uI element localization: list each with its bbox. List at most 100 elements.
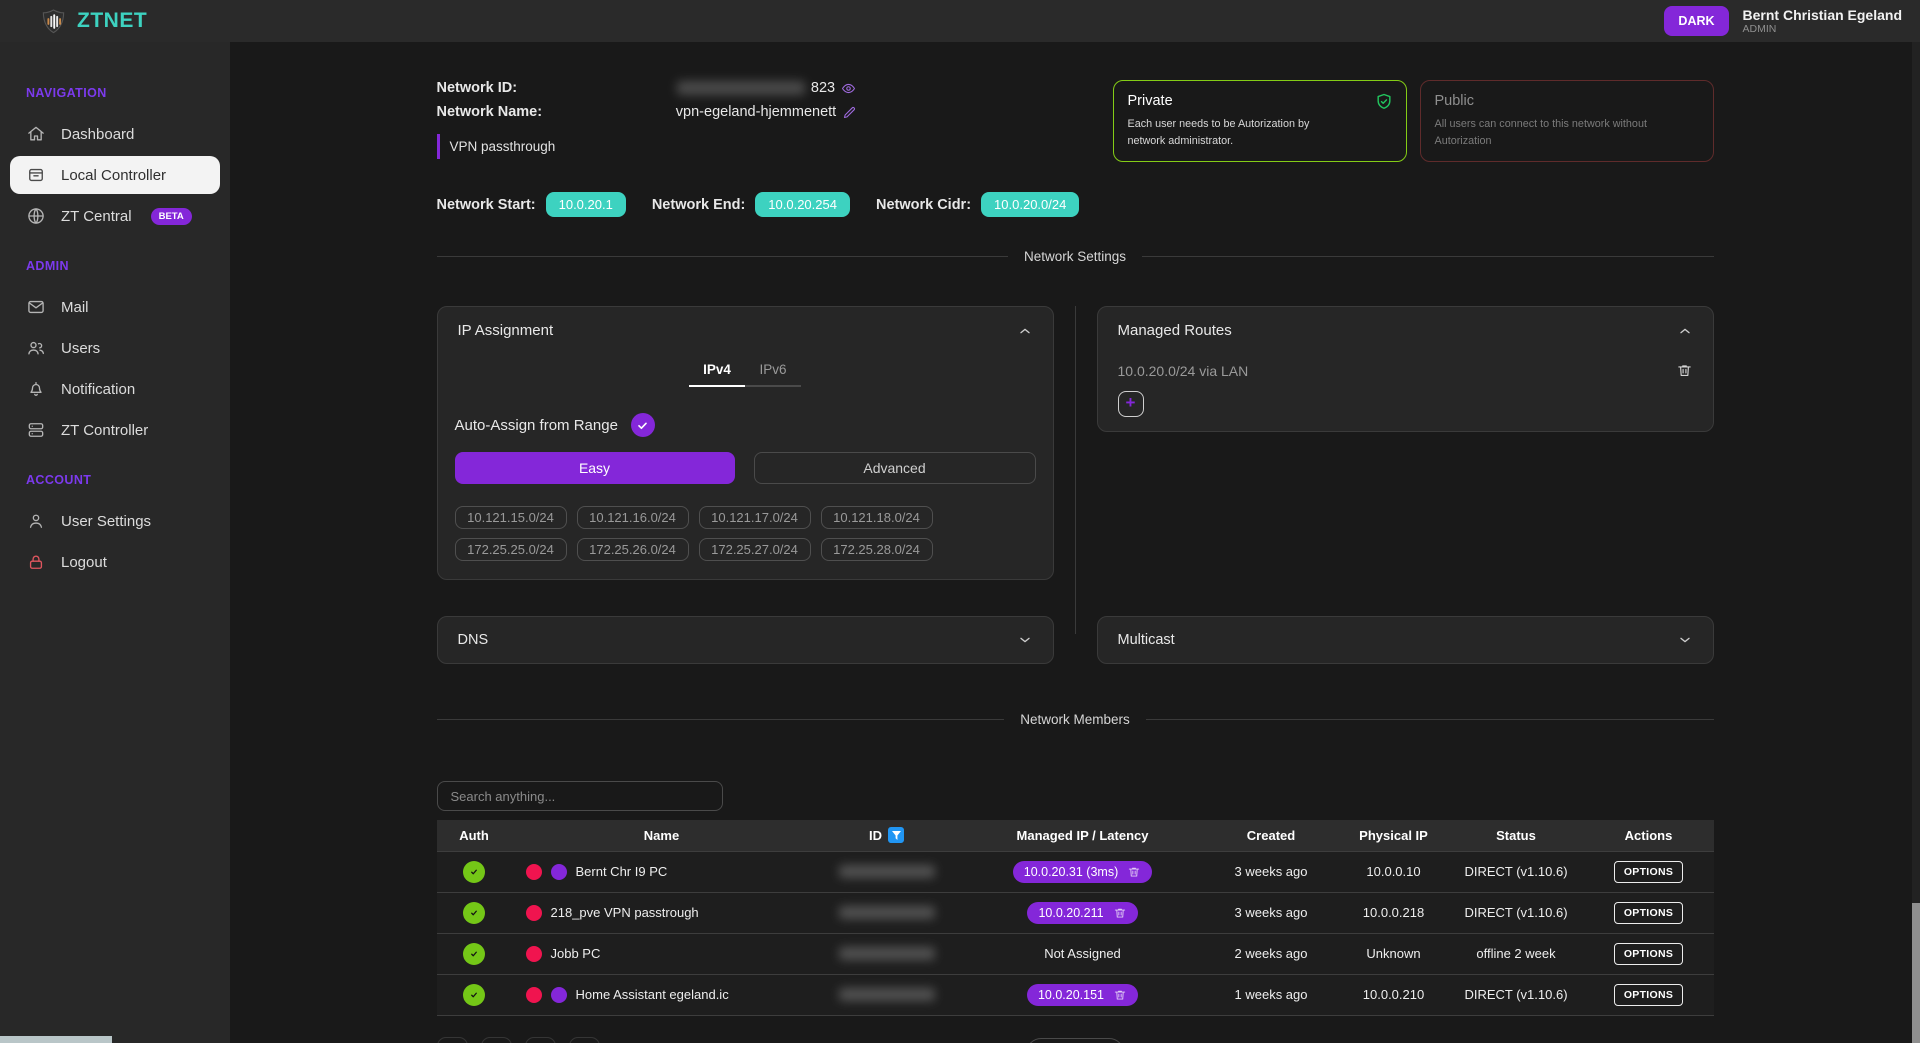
pagination-first-button[interactable]: << — [437, 1037, 468, 1043]
eye-icon[interactable] — [841, 81, 856, 96]
ip-range-chip[interactable]: 10.121.17.0/24 — [699, 506, 811, 529]
easy-mode-button[interactable]: Easy — [455, 452, 735, 484]
public-access-card[interactable]: Public All users can connect to this net… — [1420, 80, 1714, 162]
network-cidr-value: 10.0.20.0/24 — [981, 192, 1079, 217]
member-dot-red — [526, 905, 542, 921]
sidebar-item-zt-central[interactable]: ZT Central BETA — [0, 197, 230, 235]
col-actions: Actions — [1584, 820, 1714, 851]
sidebar-item-mail[interactable]: Mail — [0, 288, 230, 326]
member-name: 218_pve VPN passtrough — [551, 905, 699, 920]
ip-range-chip[interactable]: 10.121.18.0/24 — [821, 506, 933, 529]
network-members-divider: Network Members — [437, 712, 1714, 727]
managed-routes-panel: Managed Routes 10.0.20.0/24 via LAN + — [1097, 306, 1714, 432]
ip-assignment-header[interactable]: IP Assignment — [438, 307, 1053, 354]
theme-toggle-button[interactable]: DARK — [1664, 6, 1728, 36]
trash-icon[interactable] — [1113, 906, 1127, 920]
edit-pencil-icon[interactable] — [842, 105, 857, 120]
auth-toggle[interactable] — [463, 984, 485, 1006]
pagination-next-button[interactable]: > — [525, 1037, 556, 1043]
member-id-redacted — [839, 906, 935, 919]
sidebar-item-label: ZT Central — [61, 208, 132, 225]
add-route-button[interactable]: + — [1118, 391, 1144, 417]
auth-toggle[interactable] — [463, 861, 485, 883]
options-button[interactable]: OPTIONS — [1614, 984, 1683, 1006]
private-access-card[interactable]: Private Each user needs to be Autorizati… — [1113, 80, 1407, 162]
multicast-title: Multicast — [1118, 632, 1175, 648]
network-name-value: vpn-egeland-hjemmenett — [676, 104, 836, 120]
options-button[interactable]: OPTIONS — [1614, 902, 1683, 924]
show-rows-dropdown[interactable]: Show 10 — [1026, 1038, 1124, 1043]
network-id-redacted — [677, 81, 805, 95]
multicast-panel[interactable]: Multicast — [1097, 616, 1714, 664]
sidebar-item-label: Logout — [61, 554, 107, 571]
sidebar-item-label: Local Controller — [61, 167, 166, 184]
chevron-down-icon — [1677, 632, 1693, 648]
member-id-redacted — [839, 947, 935, 960]
column-divider — [1075, 306, 1076, 634]
managed-routes-header[interactable]: Managed Routes — [1098, 307, 1713, 354]
managed-ip-value: 10.0.20.211 — [1038, 906, 1103, 920]
managed-ip-value: 10.0.20.31 (3ms) — [1024, 865, 1119, 879]
trash-icon[interactable] — [1127, 865, 1141, 879]
sidebar-item-dashboard[interactable]: Dashboard — [0, 115, 230, 153]
sidebar-item-local-controller[interactable]: Local Controller — [10, 156, 220, 194]
dns-panel[interactable]: DNS — [437, 616, 1054, 664]
ip-range-chip[interactable]: 172.25.28.0/24 — [821, 538, 933, 561]
trash-icon[interactable] — [1113, 988, 1127, 1002]
public-card-title: Public — [1435, 93, 1699, 109]
ip-range-chip[interactable]: 172.25.25.0/24 — [455, 538, 567, 561]
member-physical-ip: 10.0.0.210 — [1339, 974, 1449, 1015]
check-icon — [468, 907, 480, 919]
auth-toggle[interactable] — [463, 943, 485, 965]
page-scrollbar[interactable] — [1912, 42, 1920, 1043]
ip-range-chip[interactable]: 172.25.26.0/24 — [577, 538, 689, 561]
options-button[interactable]: OPTIONS — [1614, 943, 1683, 965]
sidebar-item-label: User Settings — [61, 513, 151, 530]
route-entry: 10.0.20.0/24 via LAN — [1118, 363, 1249, 379]
sidebar-item-label: ZT Controller — [61, 422, 148, 439]
scrollbar-thumb[interactable] — [1912, 903, 1920, 1043]
pagination-last-button[interactable]: >> — [569, 1037, 600, 1043]
sidebar-item-notification[interactable]: Notification — [0, 370, 230, 408]
id-filter-icon[interactable] — [888, 827, 904, 843]
sidebar-item-user-settings[interactable]: User Settings — [0, 502, 230, 540]
options-button[interactable]: OPTIONS — [1614, 861, 1683, 883]
auto-assign-checkbox[interactable] — [631, 413, 655, 437]
tab-ipv6[interactable]: IPv6 — [745, 356, 801, 387]
advanced-mode-button[interactable]: Advanced — [754, 452, 1036, 484]
sidebar-item-zt-controller[interactable]: ZT Controller — [0, 411, 230, 449]
private-card-description: Each user needs to be Autorization by ne… — [1128, 116, 1340, 149]
members-search-input[interactable] — [437, 781, 723, 811]
sidebar-item-users[interactable]: Users — [0, 329, 230, 367]
auto-assign-label: Auto-Assign from Range — [455, 417, 618, 434]
ip-range-chip[interactable]: 172.25.27.0/24 — [699, 538, 811, 561]
col-created: Created — [1204, 820, 1339, 851]
network-cidr-label: Network Cidr: — [876, 197, 971, 213]
network-start-label: Network Start: — [437, 197, 536, 213]
members-table: Auth Name ID Managed IP / Latency Creat — [437, 820, 1714, 1016]
check-icon — [468, 989, 480, 1001]
member-id-redacted — [839, 865, 935, 878]
member-created: 3 weeks ago — [1204, 851, 1339, 892]
user-menu[interactable]: Bernt Christian Egeland ADMIN — [1743, 7, 1902, 35]
app-logo[interactable]: ZTNET — [40, 8, 147, 35]
ztnet-shield-logo-icon — [40, 8, 67, 35]
member-status: DIRECT (v1.10.6) — [1449, 892, 1584, 933]
managed-routes-title: Managed Routes — [1118, 322, 1232, 339]
sidebar-item-label: Notification — [61, 381, 135, 398]
tab-ipv4[interactable]: IPv4 — [689, 356, 745, 387]
managed-ip-badge: 10.0.20.211 — [1027, 902, 1137, 924]
ip-range-chip[interactable]: 10.121.16.0/24 — [577, 506, 689, 529]
bell-icon — [26, 379, 46, 399]
sidebar-item-logout[interactable]: Logout — [0, 543, 230, 581]
trash-icon[interactable] — [1676, 362, 1693, 379]
network-id-label: Network ID: — [437, 80, 597, 96]
auth-toggle[interactable] — [463, 902, 485, 924]
member-row: Home Assistant egeland.ic 10.0.20.151 1 … — [437, 974, 1714, 1015]
ip-range-chip[interactable]: 10.121.15.0/24 — [455, 506, 567, 529]
sidebar-item-label: Users — [61, 340, 100, 357]
col-physical-ip: Physical IP — [1339, 820, 1449, 851]
managed-ip-badge: 10.0.20.31 (3ms) — [1013, 861, 1153, 883]
pagination-prev-button[interactable]: < — [481, 1037, 512, 1043]
member-dot-red — [526, 864, 542, 880]
